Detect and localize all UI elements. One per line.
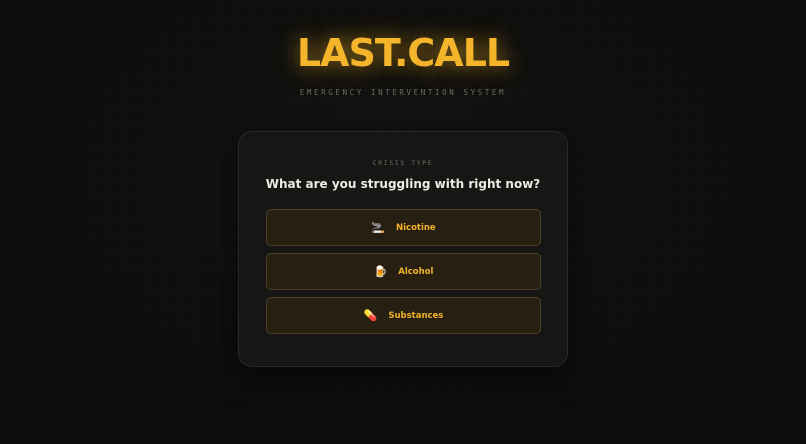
app-tagline: EMERGENCY INTERVENTION SYSTEM (299, 88, 507, 97)
option-nicotine-button[interactable]: 🚬 Nicotine (266, 209, 541, 246)
crisis-type-card: CRISIS TYPE What are you struggling with… (238, 131, 568, 367)
pill-icon: 💊 (363, 309, 378, 322)
header: LAST.CALL EMERGENCY INTERVENTION SYSTEM (0, 30, 806, 97)
beer-mug-icon: 🍺 (373, 265, 388, 278)
option-alcohol-button[interactable]: 🍺 Alcohol (266, 253, 541, 290)
option-label: Alcohol (398, 266, 434, 277)
card-label: CRISIS TYPE (372, 159, 434, 167)
option-substances-button[interactable]: 💊 Substances (266, 297, 541, 334)
app-logo: LAST.CALL (296, 31, 510, 75)
card-question: What are you struggling with right now? (265, 177, 541, 191)
option-label: Nicotine (396, 222, 436, 233)
option-label: Substances (388, 310, 444, 321)
cigarette-icon: 🚬 (371, 221, 385, 234)
